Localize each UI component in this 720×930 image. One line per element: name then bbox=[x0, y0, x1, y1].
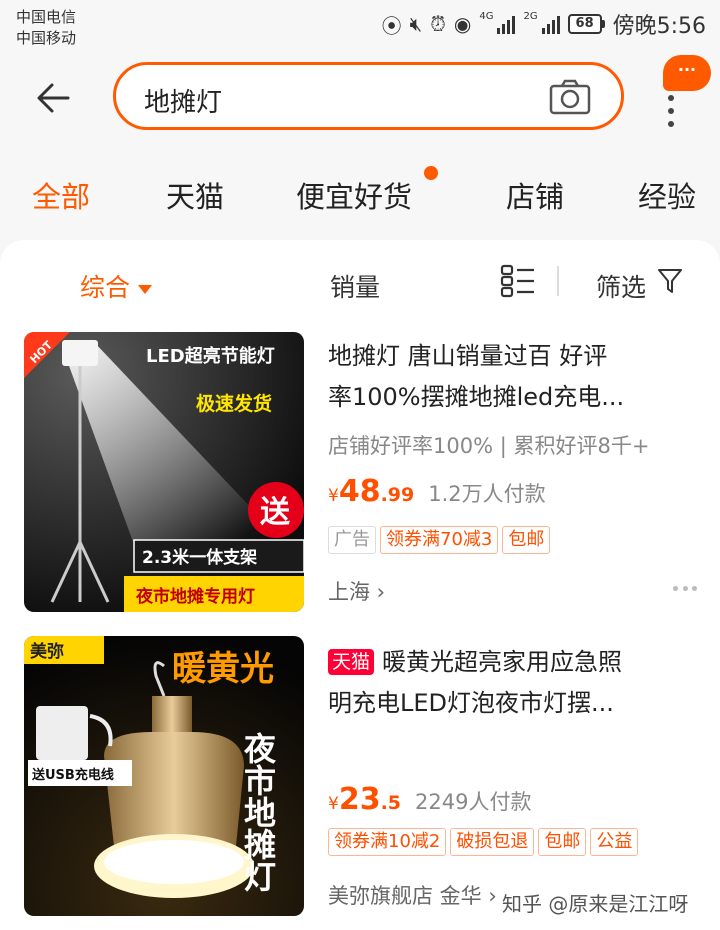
list-view-toggle-icon[interactable] bbox=[500, 264, 536, 298]
network-type-2: 2G bbox=[523, 11, 538, 22]
free-shipping-tag: 包邮 bbox=[502, 526, 551, 554]
coupon-tag[interactable]: 领券满70减3 bbox=[380, 526, 499, 554]
location-link[interactable]: 上海 › bbox=[328, 576, 385, 606]
more-menu-icon[interactable] bbox=[668, 95, 676, 127]
tab-cheap-goods[interactable]: 便宜好货 bbox=[296, 174, 412, 216]
clock: 傍晚5:56 bbox=[612, 14, 706, 39]
filter-button[interactable]: 筛选 bbox=[596, 268, 646, 304]
back-arrow-icon[interactable] bbox=[34, 78, 74, 118]
filter-funnel-icon[interactable] bbox=[657, 267, 683, 295]
carrier-1: 中国电信 bbox=[16, 8, 77, 26]
image-side-text: 夜市地摊灯 bbox=[239, 732, 277, 893]
product-title[interactable]: 地摊灯 唐山销量过百 好评 率100%摆摊地摊led充电... bbox=[328, 336, 688, 418]
promo-tags: 广告 领券满70减3 包邮 bbox=[328, 526, 551, 554]
carrier-2: 中国移动 bbox=[16, 29, 77, 47]
sort-divider bbox=[557, 266, 559, 296]
sort-sales[interactable]: 销量 bbox=[330, 268, 380, 304]
product-card[interactable]: HOT LED超亮节能灯 极速发货 送 2.3米一体支架 夜市地摊专用灯 地摊灯… bbox=[0, 332, 720, 612]
new-badge-dot bbox=[424, 166, 438, 180]
signal-icon-1 bbox=[497, 14, 516, 34]
tab-tmall[interactable]: 天猫 bbox=[166, 174, 224, 216]
alarm-icon: ⏰︎ bbox=[430, 12, 446, 36]
mute-icon: 🔇︎ bbox=[409, 12, 423, 36]
watermark: 知乎 @原来是江江呀 bbox=[502, 892, 689, 916]
shop-rating: 店铺好评率100% | 累积好评8千+ bbox=[328, 434, 650, 458]
battery-icon: 68 bbox=[567, 14, 605, 34]
image-gift: 送 bbox=[260, 495, 290, 530]
product-title[interactable]: 天猫 暖黄光超亮家用应急照 明充电LED灯泡夜市灯摆... bbox=[328, 642, 688, 724]
status-bar: 中国电信 中国移动 ⦿ 🔇︎ ⏰︎ ◉ 4G 2G 68 傍晚5:56 bbox=[0, 0, 720, 50]
results-panel: 综合 销量 筛选 HOT LED超亮节能灯 极速发货 送 2.3米一体支架 夜市… bbox=[0, 240, 720, 930]
shop-link[interactable]: 美弥旗舰店 金华 › bbox=[328, 880, 497, 910]
damage-refund-tag: 破损包退 bbox=[450, 828, 535, 856]
brand-logo: 美弥 bbox=[30, 641, 64, 662]
product-image[interactable]: HOT LED超亮节能灯 极速发货 送 2.3米一体支架 夜市地摊专用灯 bbox=[24, 332, 304, 612]
caret-down-icon bbox=[138, 284, 153, 294]
image-stand: 2.3米一体支架 bbox=[142, 547, 257, 568]
coupon-tag[interactable]: 领券满10减2 bbox=[328, 828, 447, 856]
camera-icon[interactable] bbox=[549, 79, 591, 115]
promo-tags: 领券满10减2 破损包退 包邮 公益 bbox=[328, 828, 639, 856]
image-fast-ship: 极速发货 bbox=[196, 392, 272, 415]
search-query: 地摊灯 bbox=[144, 88, 223, 118]
ad-tag: 广告 bbox=[328, 526, 376, 554]
sold-count: 1.2万人付款 bbox=[428, 482, 546, 506]
eye-icon: ◉ bbox=[453, 12, 472, 36]
tab-all[interactable]: 全部 bbox=[32, 174, 90, 216]
sort-default[interactable]: 综合 bbox=[80, 268, 153, 304]
network-type-1: 4G bbox=[479, 11, 494, 22]
message-bubble-button[interactable]: ··· bbox=[663, 55, 711, 91]
free-shipping-tag: 包邮 bbox=[538, 828, 587, 856]
search-header: 地摊灯 ··· bbox=[0, 50, 720, 140]
tmall-badge: 天猫 bbox=[328, 649, 375, 675]
hotspot-icon: ⦿ bbox=[381, 13, 402, 38]
sold-count: 2249人付款 bbox=[415, 790, 532, 814]
signal-icon-2 bbox=[541, 14, 560, 34]
product-price: ¥23.5 2249人付款 bbox=[328, 782, 532, 817]
product-card[interactable]: 美弥 暖黄光 夜市地摊灯 送USB充电线 天猫 暖黄光超亮家用应急照 明充电LED… bbox=[0, 636, 720, 930]
image-title: LED超亮节能灯 bbox=[146, 345, 275, 367]
more-options-icon[interactable] bbox=[673, 586, 697, 592]
image-usb-text: 送USB充电线 bbox=[31, 767, 114, 783]
image-headline: 暖黄光 bbox=[172, 649, 274, 689]
search-input[interactable]: 地摊灯 bbox=[113, 62, 624, 130]
category-tabs: 全部 天猫 便宜好货 店铺 经验 bbox=[0, 140, 720, 240]
tab-shops[interactable]: 店铺 bbox=[506, 174, 564, 216]
charity-tag: 公益 bbox=[590, 828, 639, 856]
product-image[interactable]: 美弥 暖黄光 夜市地摊灯 送USB充电线 bbox=[24, 636, 304, 916]
product-price: ¥48.99 1.2万人付款 bbox=[328, 474, 546, 509]
tab-experience[interactable]: 经验 bbox=[638, 174, 696, 216]
image-bottom-banner: 夜市地摊专用灯 bbox=[135, 586, 255, 607]
status-icons: ⦿ 🔇︎ ⏰︎ ◉ 4G 2G 68 傍晚5:56 bbox=[381, 10, 706, 40]
